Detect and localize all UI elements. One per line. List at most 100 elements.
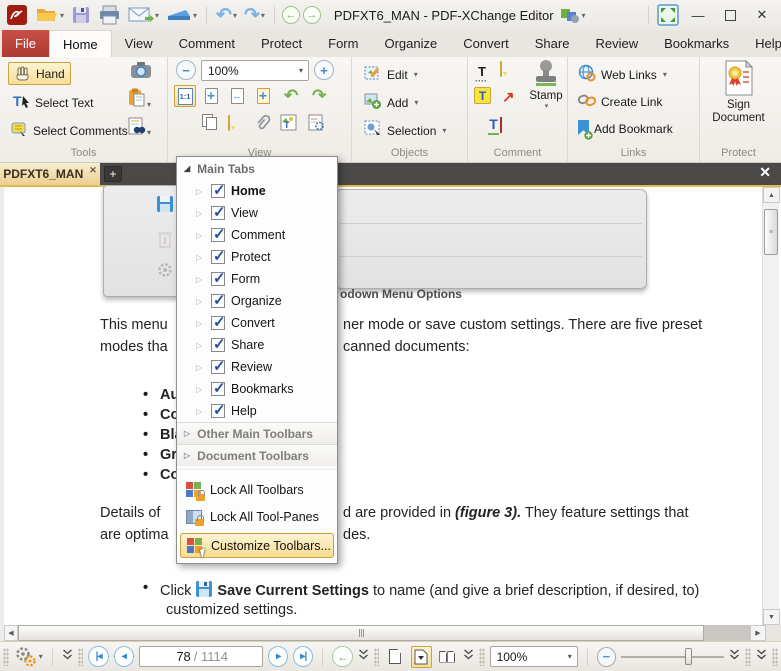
- close-document-icon[interactable]: ✕: [759, 163, 781, 185]
- scroll-left-icon[interactable]: ◀: [4, 625, 18, 641]
- tab-protect[interactable]: Protect: [248, 30, 315, 57]
- checkbox-checked[interactable]: [211, 250, 225, 264]
- expand-triangle-icon[interactable]: ▷: [196, 187, 205, 196]
- fit-visible-button[interactable]: ✛: [252, 85, 274, 107]
- menu-item-convert[interactable]: ▷Convert: [177, 312, 337, 334]
- tab-convert[interactable]: Convert: [450, 30, 522, 57]
- properties-pane-icon[interactable]: [308, 114, 325, 134]
- rectangle-comment-icon[interactable]: [500, 118, 502, 132]
- search-button[interactable]: ▾: [128, 117, 151, 138]
- comments-pane-icon[interactable]: [228, 116, 230, 130]
- checkbox-checked[interactable]: [211, 360, 225, 374]
- tab-form[interactable]: Form: [315, 30, 371, 57]
- stamp-button[interactable]: Stamp ▾: [526, 59, 566, 110]
- tab-share[interactable]: Share: [522, 30, 583, 57]
- actual-size-button[interactable]: 1:1: [174, 85, 196, 107]
- scroll-up-icon[interactable]: ▲: [763, 187, 780, 203]
- close-button[interactable]: ✕: [747, 4, 777, 26]
- status-zoom-combo[interactable]: 100%▾: [490, 646, 578, 667]
- page-number-input[interactable]: 78 / 1114: [139, 646, 263, 667]
- status-options-button[interactable]: ▾: [14, 646, 43, 668]
- expand-triangle-icon[interactable]: ▷: [196, 385, 205, 394]
- menu-item-bookmarks[interactable]: ▷Bookmarks: [177, 378, 337, 400]
- menu-item-review[interactable]: ▷Review: [177, 356, 337, 378]
- menu-item-organize[interactable]: ▷Organize: [177, 290, 337, 312]
- minimize-button[interactable]: —: [683, 4, 713, 26]
- sticky-note-icon[interactable]: [500, 62, 502, 76]
- expand-panel-icon[interactable]: [463, 649, 474, 664]
- vertical-scrollbar[interactable]: ▲ ≡ ▼: [762, 187, 779, 625]
- select-text-button[interactable]: T Select Text: [6, 90, 99, 115]
- tab-bookmarks[interactable]: Bookmarks: [651, 30, 742, 57]
- scroll-right-icon[interactable]: ▶: [750, 625, 766, 641]
- tab-help[interactable]: Help: [742, 30, 781, 57]
- maximize-button[interactable]: [715, 4, 745, 26]
- tab-home[interactable]: Home: [49, 30, 112, 57]
- expand-triangle-icon[interactable]: ▷: [196, 297, 205, 306]
- expand-triangle-icon[interactable]: ▷: [196, 319, 205, 328]
- expand-triangle-icon[interactable]: ▷: [196, 231, 205, 240]
- undo-button[interactable]: ↶▾: [214, 2, 239, 28]
- menu-item-lock-all-toolbars[interactable]: Lock All Toolbars: [177, 476, 337, 503]
- menu-item-view[interactable]: ▷View: [177, 202, 337, 224]
- attachments-pane-icon[interactable]: [254, 113, 272, 134]
- arrow-comment-icon[interactable]: ↗: [502, 90, 515, 105]
- history-back-button[interactable]: ←: [282, 6, 300, 24]
- expand-triangle-icon[interactable]: ▷: [196, 363, 205, 372]
- underline-text-icon[interactable]: T: [489, 116, 498, 132]
- horizontal-scrollbar-thumb[interactable]: [18, 625, 704, 641]
- paste-button[interactable]: ▾: [128, 88, 151, 110]
- close-tab-icon[interactable]: ✕: [89, 165, 97, 176]
- sign-document-button[interactable]: Sign Document: [700, 60, 777, 125]
- previous-page-button[interactable]: ◂: [114, 646, 134, 667]
- rotate-ccw-icon[interactable]: ↶: [284, 87, 298, 104]
- menu-group-document-toolbars[interactable]: ▷Document Toolbars: [177, 444, 337, 466]
- menu-section-main-tabs[interactable]: ◢ Main Tabs: [177, 157, 337, 180]
- zoom-slider[interactable]: [621, 647, 724, 667]
- menu-item-help[interactable]: ▷Help: [177, 400, 337, 422]
- scan-button[interactable]: ▾: [164, 2, 199, 28]
- ui-options-button[interactable]: ▾: [557, 2, 588, 28]
- edit-objects-button[interactable]: Edit▾: [358, 61, 424, 88]
- menu-item-comment[interactable]: ▷Comment: [177, 224, 337, 246]
- menu-group-other-main-toolbars[interactable]: ▷Other Main Toolbars: [177, 422, 337, 444]
- vertical-scrollbar-thumb[interactable]: ≡: [764, 209, 778, 255]
- expand-triangle-icon[interactable]: ▷: [196, 407, 205, 416]
- typewriter-icon[interactable]: T: [478, 64, 486, 79]
- menu-item-home[interactable]: ▷Home: [177, 180, 337, 202]
- scroll-down-icon[interactable]: ▼: [763, 609, 780, 625]
- zoom-in-icon[interactable]: +: [314, 60, 334, 80]
- zoom-out-icon[interactable]: −: [176, 60, 196, 80]
- menu-item-lock-all-tool-panes[interactable]: Lock All Tool-Panes: [177, 503, 337, 530]
- open-file-button[interactable]: ▾: [33, 2, 66, 28]
- hand-tool-button[interactable]: Hand: [8, 62, 71, 85]
- checkbox-checked[interactable]: [211, 228, 225, 242]
- zoom-slider-handle[interactable]: [685, 648, 692, 665]
- tab-organize[interactable]: Organize: [371, 30, 450, 57]
- fullscreen-button[interactable]: [655, 2, 681, 28]
- expand-panel-icon[interactable]: [756, 649, 767, 664]
- first-page-button[interactable]: |◂: [88, 646, 108, 667]
- highlight-text-icon[interactable]: T: [474, 87, 491, 104]
- checkbox-checked[interactable]: [211, 184, 225, 198]
- redo-button[interactable]: ↷▾: [242, 2, 267, 28]
- expand-panel-icon[interactable]: [358, 649, 369, 664]
- expand-panel-icon[interactable]: [729, 649, 740, 664]
- history-forward-button[interactable]: →: [303, 6, 321, 24]
- checkbox-checked[interactable]: [211, 316, 225, 330]
- print-button[interactable]: [96, 2, 123, 28]
- checkbox-checked[interactable]: [211, 206, 225, 220]
- next-page-button[interactable]: ▸: [268, 646, 288, 667]
- previous-view-button[interactable]: ←: [332, 646, 352, 667]
- fit-width-button[interactable]: ↔: [226, 85, 248, 107]
- snapshot-camera-icon[interactable]: [130, 61, 152, 82]
- document-tab[interactable]: PDFXT6_MAN✕: [0, 163, 100, 185]
- checkbox-checked[interactable]: [211, 272, 225, 286]
- expand-panel-icon[interactable]: [62, 649, 73, 664]
- checkbox-checked[interactable]: [211, 404, 225, 418]
- checkbox-checked[interactable]: [211, 294, 225, 308]
- rotate-cw-icon[interactable]: ↷: [312, 87, 326, 104]
- tab-view[interactable]: View: [112, 30, 166, 57]
- email-button[interactable]: ▾: [126, 2, 161, 28]
- expand-triangle-icon[interactable]: ▷: [196, 275, 205, 284]
